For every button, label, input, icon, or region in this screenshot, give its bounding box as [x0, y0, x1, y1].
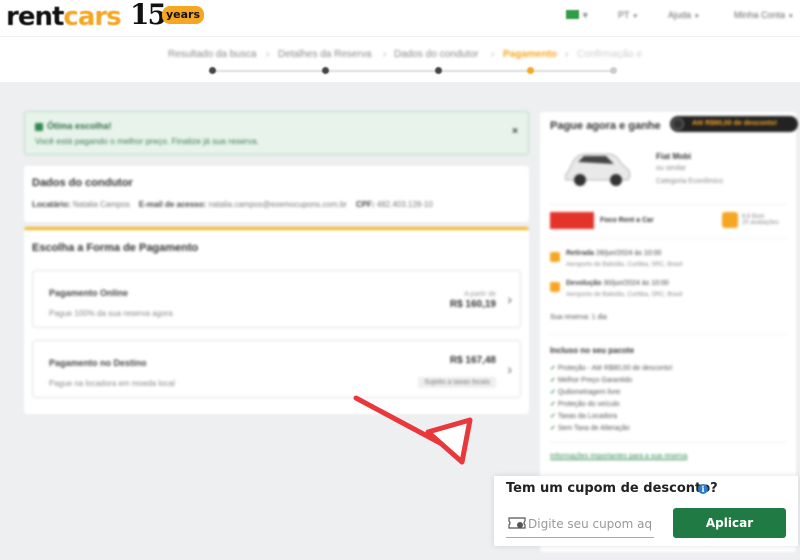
step-separator: › — [565, 49, 569, 60]
step-search-results[interactable]: Resultado da busca — [168, 49, 256, 60]
pickup-pin-icon — [550, 252, 560, 262]
return-date: 30/jun/2024 às 10:00 — [603, 280, 669, 287]
driver-details: Locatário: Natalia Campos E-mail de aces… — [32, 200, 433, 209]
included-item: Sem Taxa de Alteração — [550, 424, 630, 432]
cpf-value: 482.403.128-10 — [376, 200, 433, 209]
coupon-title: Tem um cupom de desconto? — [506, 481, 718, 496]
coupon-ticket-icon — [508, 517, 526, 529]
rental-brand-logo — [550, 212, 594, 229]
option-title: Pagamento Online — [49, 288, 129, 298]
step-dot — [610, 67, 617, 74]
email-value: natalia.campos@exemocupons.com.br — [208, 200, 347, 209]
step-dot-active — [527, 67, 534, 74]
important-info-link[interactable]: Informações importantes para a sua reser… — [550, 453, 687, 460]
divider — [550, 334, 786, 335]
included-title: Incluso no seu pacote — [550, 346, 635, 355]
divider — [550, 238, 786, 239]
step-dot — [322, 67, 329, 74]
alert-text: Você está pagando o melhor preço. Finali… — [35, 136, 259, 146]
thumbs-up-icon — [35, 122, 43, 131]
stepper-track — [212, 70, 615, 72]
option-price-label: A partir de — [464, 291, 496, 298]
option-title: Pagamento no Destino — [49, 358, 147, 368]
included-item: Melhor Preço Garantido — [550, 376, 632, 384]
driver-title: Dados do condutor — [32, 177, 133, 189]
step-dot — [209, 67, 216, 74]
top-header: rentcars 15 years ▾ PT ▾ Ajuda ▾ Minha Con… — [0, 0, 800, 36]
pickup-label: Retirada — [566, 250, 595, 257]
car-image — [564, 153, 631, 186]
renter-label: Locatário: — [32, 200, 71, 209]
option-desc: Pague 100% da sua reserva agora — [49, 309, 173, 318]
chevron-right-icon[interactable]: › — [507, 361, 512, 377]
included-item: Proteção - Até R$80,00 de desconto! — [550, 364, 673, 372]
step-dot — [435, 67, 442, 74]
help-menu[interactable]: Ajuda ▾ — [668, 10, 699, 20]
language-selector[interactable]: PT ▾ — [618, 10, 637, 20]
payment-method-card: Escolha a Forma de Pagamento Pagamento O… — [24, 227, 529, 414]
brazil-flag-icon[interactable] — [566, 10, 579, 19]
step-booking-details[interactable]: Detalhes da Reserva — [278, 49, 371, 60]
return-pin-icon — [550, 282, 560, 292]
divider — [550, 204, 786, 205]
option-price: R$ 160,19 — [449, 299, 496, 310]
car-similar: ou similar — [656, 165, 686, 172]
step-driver-data[interactable]: Dados do condutor — [394, 49, 479, 60]
coupon-box: Tem um cupom de desconto? i Aplicar — [494, 476, 798, 546]
car-name: Fiat Mobi — [656, 152, 692, 161]
reservation-duration: Sua reserva: 1 dia — [550, 314, 607, 321]
included-item: Taxas da Locadora — [550, 412, 617, 420]
option-tag: Sujeito a taxas locais — [418, 377, 496, 388]
included-item: Proteção do veículo — [550, 400, 620, 408]
country-caret-icon[interactable]: ▾ — [583, 10, 588, 21]
cpf-label: CPF: — [355, 200, 375, 209]
coupon-field[interactable] — [506, 510, 654, 538]
included-item: Quilometragem livre — [550, 388, 621, 396]
info-icon[interactable]: i — [698, 484, 708, 494]
step-confirmation: Confirmação e — [577, 49, 643, 60]
pickup-place: Aeroporto de Batistão, Curitiba, SRC, Br… — [566, 262, 683, 268]
step-separator: › — [266, 49, 270, 60]
alert-title: Ótima escolha! — [47, 121, 112, 131]
chevron-right-icon[interactable]: › — [507, 291, 512, 307]
rental-brand-name: Foco Rent a Car — [600, 217, 654, 224]
close-icon[interactable]: × — [512, 126, 518, 137]
driver-card: Dados do condutor Locatário: Natalia Cam… — [24, 166, 529, 222]
checkout-stepper: Resultado da busca › Detalhes da Reserva… — [0, 36, 800, 82]
score-badge — [722, 212, 738, 228]
option-price: R$ 167,48 — [449, 355, 496, 366]
annotation-arrow — [353, 395, 473, 465]
return-place: Aeroporto de Batistão, Curitiba, SRC, Br… — [566, 292, 683, 298]
pickup-date: 28/jun/2024 às 10:00 — [595, 250, 662, 257]
apply-coupon-button[interactable]: Aplicar — [673, 508, 786, 538]
score-reviews: 20 avaliações — [742, 220, 779, 226]
divider — [550, 442, 786, 443]
step-payment: Pagamento — [503, 49, 557, 60]
rentcars-logo[interactable]: rentcars — [6, 2, 122, 32]
car-category: Categoria Econômico — [656, 178, 723, 185]
coupon-input[interactable] — [528, 514, 652, 534]
success-alert: Ótima escolha! Você está pagando o melho… — [24, 111, 529, 155]
step-separator: › — [383, 49, 387, 60]
account-menu[interactable]: Minha Conta ▾ — [734, 10, 793, 20]
email-label: E-mail de acesso: — [138, 200, 207, 209]
step-separator: › — [491, 49, 495, 60]
option-desc: Pague na locadora em moeda local — [49, 379, 175, 388]
payment-option-online[interactable]: Pagamento Online Pague 100% da sua reser… — [32, 270, 521, 328]
sidebar-title: Pague agora e ganhe — [550, 120, 661, 132]
dollar-icon — [672, 118, 684, 130]
return-label: Devolução — [566, 280, 602, 287]
anniversary-badge: 15 years — [128, 0, 206, 31]
discount-badge: Até R$80,00 de desconto! — [670, 116, 798, 132]
payment-title: Escolha a Forma de Pagamento — [32, 242, 199, 254]
renter-value: Natalia Campos — [72, 200, 130, 209]
